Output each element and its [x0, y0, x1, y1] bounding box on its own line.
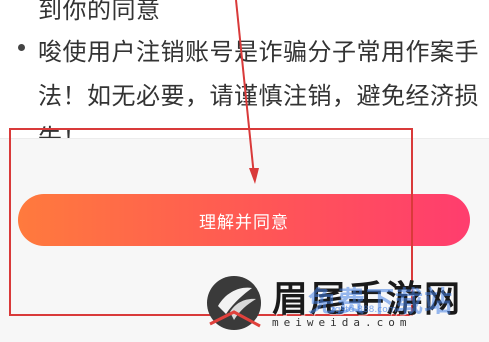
app-screen: 到你的同意 唆使用户注销账号是诈骗分子常用作案手 法！如无必要，请谨慎注销，避免…: [0, 0, 489, 342]
watermark-site: meiweida.com: [272, 316, 412, 329]
watermark-logo-icon: [207, 276, 261, 330]
watermark: 眉尾手游网 免费下载站 meiweida.com zgstd.888.com: [200, 270, 489, 342]
watermark-site-overlay: zgstd.888.com: [330, 305, 397, 315]
